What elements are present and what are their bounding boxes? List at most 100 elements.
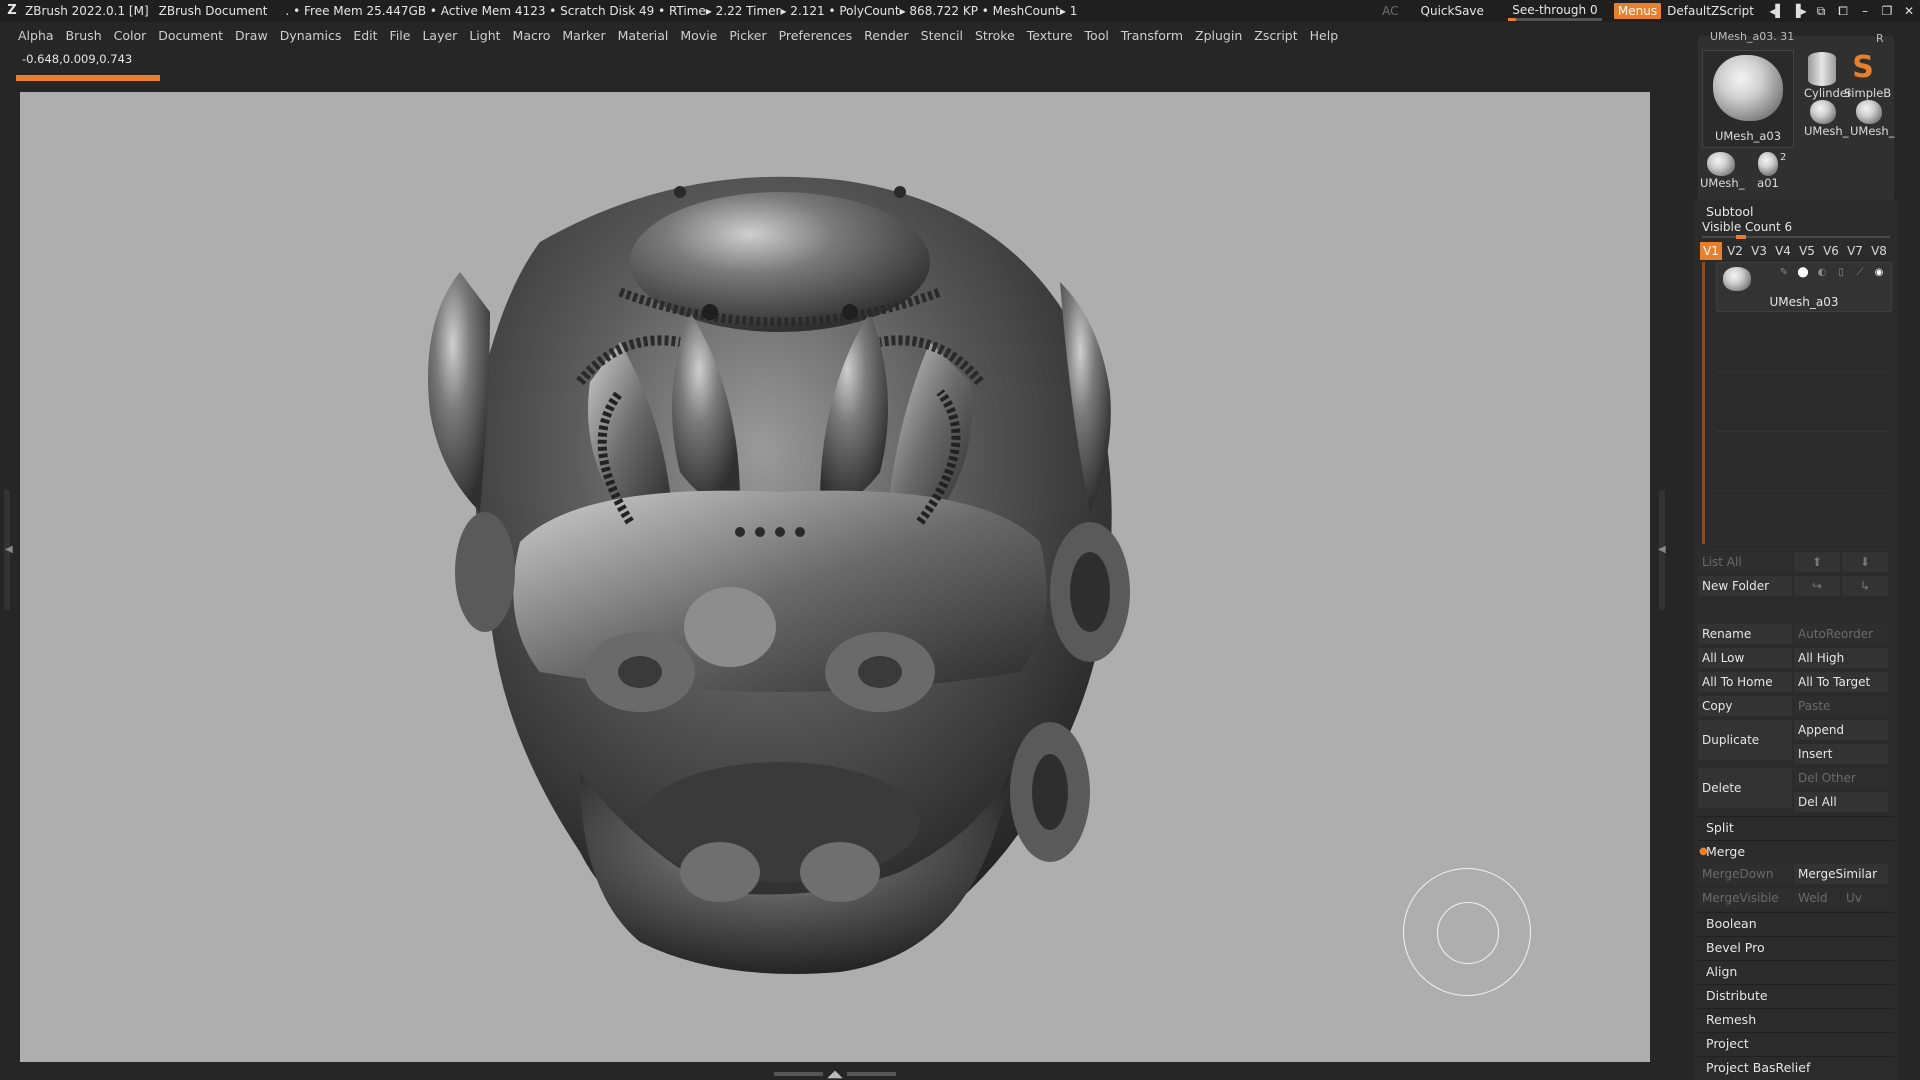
align-section[interactable]: Align (1698, 960, 1894, 982)
arrow-right-icon[interactable]: ↪ (1794, 576, 1840, 596)
menu-render[interactable]: Render (864, 28, 909, 43)
menu-preferences[interactable]: Preferences (779, 28, 853, 43)
arrow-into-icon[interactable]: ↳ (1842, 576, 1888, 596)
remesh-section[interactable]: Remesh (1698, 1008, 1894, 1030)
distribute-section[interactable]: Distribute (1698, 984, 1894, 1006)
ui-left-icon[interactable]: ◂▌ (1766, 4, 1788, 18)
pin-icon[interactable]: ◐ (1814, 267, 1830, 279)
tool-thumb-umesh-3[interactable]: UMesh_ (1850, 100, 1894, 138)
menu-help[interactable]: Help (1310, 28, 1339, 43)
all-low-button[interactable]: All Low (1698, 648, 1792, 668)
tab-v6[interactable]: V6 (1820, 242, 1842, 260)
window-layout-icon[interactable]: ⧉ (1810, 4, 1832, 19)
menu-brush[interactable]: Brush (66, 28, 102, 43)
folder-icon[interactable]: ▯ (1833, 267, 1849, 279)
tab-v4[interactable]: V4 (1772, 242, 1794, 260)
tool-thumb-umesh-2[interactable]: UMesh_ (1804, 100, 1848, 138)
menu-file[interactable]: File (390, 28, 411, 43)
all-to-target-button[interactable]: All To Target (1794, 672, 1888, 692)
uv-button[interactable]: Uv (1842, 888, 1888, 908)
menu-zscript[interactable]: Zscript (1254, 28, 1297, 43)
menu-transform[interactable]: Transform (1121, 28, 1183, 43)
simplebrush-thumbnail-icon[interactable]: S (1848, 50, 1878, 86)
menu-stroke[interactable]: Stroke (975, 28, 1015, 43)
append-button[interactable]: Append (1794, 720, 1888, 740)
menu-document[interactable]: Document (158, 28, 223, 43)
minimize-icon[interactable]: – (1854, 4, 1876, 18)
menu-stencil[interactable]: Stencil (921, 28, 963, 43)
quicksave-button[interactable]: QuickSave (1421, 4, 1484, 18)
tool-thumb-umesh-4[interactable]: UMesh_ (1700, 152, 1744, 190)
ac-button[interactable]: AC (1382, 4, 1398, 18)
move-down-icon[interactable]: ⬇ (1842, 552, 1888, 572)
subtool-item[interactable]: ✎ ⬤ ◐ ▯ ⟋ ◉ UMesh_a03 (1716, 262, 1892, 312)
bottom-tray-arrow-icon[interactable]: ◢◣ (827, 1069, 842, 1080)
menu-picker[interactable]: Picker (729, 28, 766, 43)
project-basrelief-section[interactable]: Project BasRelief (1698, 1056, 1894, 1078)
merge-visible-button[interactable]: MergeVisible (1698, 888, 1792, 908)
maximize-icon[interactable]: ❐ (1876, 4, 1898, 18)
tab-v3[interactable]: V3 (1748, 242, 1770, 260)
subtool-title[interactable]: Subtool (1706, 204, 1753, 219)
pencil-icon[interactable]: ✎ (1776, 267, 1792, 279)
right-tray-arrow-icon[interactable]: ◀ (1658, 544, 1666, 555)
merge-down-button[interactable]: MergeDown (1698, 864, 1792, 884)
copy-button[interactable]: Copy (1698, 696, 1792, 716)
subtool-list-scrollbar[interactable] (1702, 262, 1705, 544)
all-high-button[interactable]: All High (1794, 648, 1888, 668)
menu-texture[interactable]: Texture (1027, 28, 1073, 43)
bevel-pro-section[interactable]: Bevel Pro (1698, 936, 1894, 958)
merge-similar-button[interactable]: MergeSimilar (1794, 864, 1888, 884)
project-section[interactable]: Project (1698, 1032, 1894, 1054)
brush-icon[interactable]: ⟋ (1852, 267, 1868, 279)
rename-button[interactable]: Rename (1698, 624, 1792, 644)
tool-thumb-label[interactable]: SimpleB (1844, 86, 1891, 100)
split-section[interactable]: Split (1698, 816, 1894, 838)
tool-r-button[interactable]: R (1876, 32, 1884, 45)
tab-v8[interactable]: V8 (1868, 242, 1890, 260)
tab-v7[interactable]: V7 (1844, 242, 1866, 260)
menu-alpha[interactable]: Alpha (18, 28, 54, 43)
bottom-tray-handle[interactable]: ◢◣ (770, 1069, 900, 1080)
list-all-button[interactable]: List All (1698, 552, 1792, 572)
menu-layer[interactable]: Layer (422, 28, 457, 43)
visible-count-slider[interactable]: Visible Count 6 (1702, 220, 1890, 239)
move-up-icon[interactable]: ⬆ (1794, 552, 1840, 572)
all-to-home-button[interactable]: All To Home (1698, 672, 1792, 692)
paste-button[interactable]: Paste (1794, 696, 1888, 716)
menu-light[interactable]: Light (469, 28, 500, 43)
weld-button[interactable]: Weld (1794, 888, 1840, 908)
canvas-viewport[interactable] (20, 92, 1650, 1062)
insert-button[interactable]: Insert (1794, 744, 1888, 764)
menu-dynamics[interactable]: Dynamics (280, 28, 342, 43)
tab-v2[interactable]: V2 (1724, 242, 1746, 260)
menu-material[interactable]: Material (618, 28, 669, 43)
menu-draw[interactable]: Draw (235, 28, 268, 43)
menu-marker[interactable]: Marker (562, 28, 605, 43)
menu-edit[interactable]: Edit (353, 28, 377, 43)
tool-thumb-umesh-a03[interactable]: UMesh_a03 (1702, 50, 1794, 148)
duplicate-button[interactable]: Duplicate (1698, 720, 1792, 760)
ui-right-icon[interactable]: ▐▸ (1788, 4, 1810, 18)
menu-tool[interactable]: Tool (1085, 28, 1109, 43)
menu-zplugin[interactable]: Zplugin (1195, 28, 1242, 43)
merge-section[interactable]: ● Merge (1698, 840, 1894, 862)
delete-button[interactable]: Delete (1698, 768, 1792, 808)
new-folder-button[interactable]: New Folder (1698, 576, 1792, 596)
menu-macro[interactable]: Macro (513, 28, 551, 43)
del-other-button[interactable]: Del Other (1794, 768, 1888, 788)
close-icon[interactable]: ✕ (1898, 4, 1920, 18)
del-all-button[interactable]: Del All (1794, 792, 1888, 812)
menu-movie[interactable]: Movie (680, 28, 717, 43)
window-restore-icon[interactable]: ⧠ (1832, 4, 1854, 19)
auto-reorder-button[interactable]: AutoReorder (1794, 624, 1888, 644)
menus-toggle-button[interactable]: Menus (1613, 3, 1662, 19)
menu-color[interactable]: Color (114, 28, 147, 43)
navigation-gizmo-inner[interactable] (1437, 902, 1499, 964)
polypaint-toggle-icon[interactable]: ⬤ (1795, 267, 1811, 279)
see-through-slider[interactable]: See-through 0 (1506, 0, 1604, 22)
tab-v1[interactable]: V1 (1700, 242, 1722, 260)
navigation-gizmo[interactable] (1403, 868, 1531, 996)
boolean-section[interactable]: Boolean (1698, 912, 1894, 934)
left-tray-arrow-icon[interactable]: ◀ (5, 544, 13, 555)
